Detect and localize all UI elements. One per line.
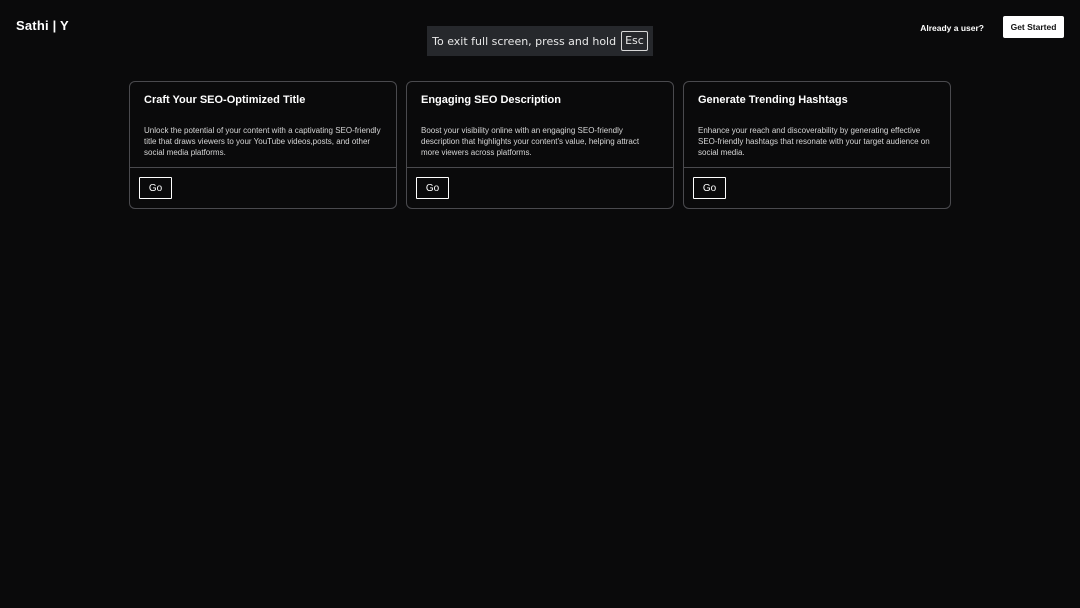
- card-divider: [684, 167, 950, 168]
- get-started-button[interactable]: Get Started: [1003, 16, 1064, 38]
- card-seo-title: Craft Your SEO-Optimized Title Unlock th…: [129, 81, 397, 209]
- go-button-seo-title[interactable]: Go: [139, 177, 172, 199]
- card-description: Boost your visibility online with an eng…: [421, 126, 640, 157]
- feature-cards: Craft Your SEO-Optimized Title Unlock th…: [129, 81, 951, 209]
- go-button-trending-hashtags[interactable]: Go: [693, 177, 726, 199]
- card-title: Generate Trending Hashtags: [698, 94, 848, 106]
- card-divider: [130, 167, 396, 168]
- card-seo-description: Engaging SEO Description Boost your visi…: [406, 81, 674, 209]
- card-trending-hashtags: Generate Trending Hashtags Enhance your …: [683, 81, 951, 209]
- fullscreen-message: To exit full screen, press and hold: [432, 34, 617, 48]
- page: Sathi | Y To exit full screen, press and…: [0, 0, 1080, 608]
- card-description: Enhance your reach and discoverability b…: [698, 126, 930, 157]
- card-title: Craft Your SEO-Optimized Title: [144, 94, 306, 106]
- already-user-link[interactable]: Already a user?: [920, 22, 984, 34]
- esc-key-badge: Esc: [621, 31, 648, 51]
- card-divider: [407, 167, 673, 168]
- card-title: Engaging SEO Description: [421, 94, 561, 106]
- card-description: Unlock the potential of your content wit…: [144, 126, 381, 157]
- go-button-seo-description[interactable]: Go: [416, 177, 449, 199]
- logo[interactable]: Sathi | Y: [16, 18, 69, 33]
- fullscreen-exit-banner: To exit full screen, press and hold Esc: [427, 26, 653, 56]
